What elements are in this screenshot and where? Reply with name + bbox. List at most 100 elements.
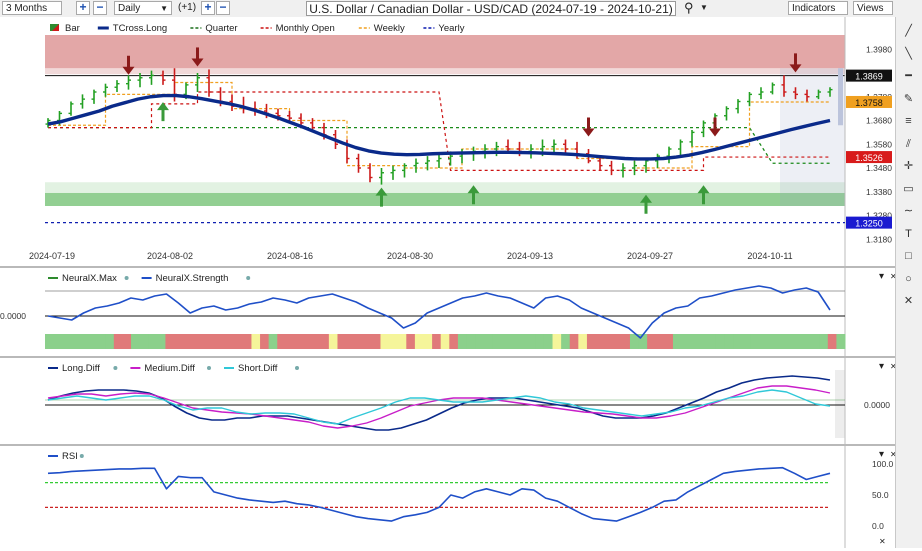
resistance-zone <box>45 35 845 69</box>
settings-dot-icon[interactable] <box>124 276 129 280</box>
legend-label: Weekly <box>374 23 405 34</box>
rsi-axis-label: 50.0 <box>872 490 889 500</box>
close-pane-icon: ✕ <box>879 537 886 546</box>
resistance-zone-light <box>45 68 845 75</box>
projection-zone <box>780 68 845 206</box>
neuralx-max-segment <box>165 334 175 349</box>
rsi-pane: RSI ▾ ✕ 100.0 50.0 0.0 ✕ <box>0 446 897 548</box>
neuralx-max-segment <box>552 334 562 349</box>
legend-label: Quarter <box>205 23 237 34</box>
settings-dot-icon[interactable] <box>246 276 251 280</box>
neuralx-max-segment <box>191 334 201 349</box>
neuralx-max-segment <box>414 334 424 349</box>
price-tick-label: 1.3980 <box>866 44 892 54</box>
neuralx-max-segment <box>62 334 72 349</box>
neuralx-max-segment <box>199 334 209 349</box>
arrow-shaft <box>161 109 165 122</box>
neuralx-max-segment <box>741 334 751 349</box>
chevron-down-icon[interactable]: ▼ <box>700 3 708 12</box>
neuralx-chart[interactable]: NeuralX.Max NeuralX.Strength ▾ ✕0.0000 <box>0 268 897 356</box>
diff-axis-label: 0.0000 <box>864 400 890 410</box>
legend-item[interactable]: Long.Diff <box>48 363 118 374</box>
neuralx-max-segment <box>500 334 511 349</box>
neuralx-max-segment <box>595 334 605 349</box>
neuralx-max-segment <box>724 334 734 349</box>
legend-label: TCross.Long <box>113 23 167 34</box>
crosshair-icon[interactable]: ✛ <box>900 158 917 174</box>
neuralx-max-segment <box>466 334 476 349</box>
search-icon[interactable]: ⚲ <box>684 0 694 16</box>
diff-chart[interactable]: Long.Diff Medium.Diff Short.Diff ▾ ✕0.0000 <box>0 358 897 444</box>
legend-label: NeuralX.Max <box>62 273 117 284</box>
diagonal-line-icon[interactable]: ╲ <box>900 46 917 62</box>
neuralx-max-segment <box>664 334 674 349</box>
fibonacci-icon[interactable]: ≡ <box>900 113 917 129</box>
price-chart[interactable]: 1.39801.37801.36801.35801.34801.33801.32… <box>0 17 895 266</box>
arrow-shaft <box>472 192 475 205</box>
neuralx-max-segment <box>715 334 726 349</box>
neuralx-max-segment <box>182 334 192 349</box>
line-tool-icon[interactable]: ╱ <box>900 23 917 39</box>
neuralx-max-segment <box>707 334 717 349</box>
settings-dot-icon[interactable] <box>113 366 118 370</box>
legend-label: Short.Diff <box>238 363 278 374</box>
legend-item[interactable]: Short.Diff <box>224 363 299 374</box>
rsi-chart[interactable]: RSI ▾ ✕100.050.00.0✕ <box>0 446 897 548</box>
note-icon[interactable]: ▭ <box>900 181 917 197</box>
neuralx-max-segment <box>526 334 536 349</box>
rectangle-icon[interactable]: □ <box>900 248 917 264</box>
legend-label: Monthly Open <box>276 23 335 34</box>
neuralx-max-segment <box>285 334 295 349</box>
pencil-icon[interactable]: ✎ <box>900 91 917 107</box>
neuralx-max-segment <box>776 334 786 349</box>
legend-label: Yearly <box>438 23 464 34</box>
neuralx-max-segment <box>371 334 381 349</box>
diff-pane: Long.Diff Medium.Diff Short.Diff ▾ ✕ 0.0000 <box>0 358 897 444</box>
neuralx-max-segment <box>457 334 468 349</box>
legend-label: RSI <box>62 451 78 462</box>
neuralx-max-segment <box>827 334 837 349</box>
indicators-label: Indicators <box>792 3 836 14</box>
legend-item[interactable]: Medium.Diff <box>130 363 211 374</box>
neuralx-max-segment <box>793 334 803 349</box>
neuralx-max-segment <box>311 334 321 349</box>
parallel-channel-icon[interactable]: ⫽ <box>900 136 917 152</box>
offset-plus-button[interactable]: + <box>201 1 215 15</box>
neuralx-max-segment <box>320 334 330 349</box>
settings-dot-icon[interactable] <box>295 366 299 370</box>
offset-minus-button[interactable]: − <box>216 1 230 15</box>
arrow-shaft <box>794 53 797 66</box>
settings-dot-icon[interactable] <box>207 366 211 370</box>
price-background <box>0 17 895 266</box>
circle-icon[interactable]: ○ <box>900 271 917 287</box>
scroll-thumb[interactable] <box>838 68 843 126</box>
zoom-out-button[interactable]: − <box>93 1 107 15</box>
neuralx-max-segment <box>569 334 579 349</box>
settings-dot-icon[interactable] <box>79 454 84 458</box>
zoom-in-button[interactable]: + <box>76 1 90 15</box>
legend-item[interactable]: NeuralX.Strength <box>141 273 251 284</box>
legend-item[interactable]: RSI <box>48 451 84 462</box>
interval-select[interactable]: Daily ▼ <box>114 1 172 15</box>
drawing-tools-sidebar: ╱ ╲ ━ ✎ ≡ ⫽ ✛ ▭ ∼ T □ ○ ✕ <box>895 17 922 548</box>
neuralx-max-segment <box>449 334 459 349</box>
delete-icon[interactable]: ✕ <box>900 293 917 309</box>
diff-scroll[interactable] <box>835 370 845 438</box>
views-button[interactable]: Views▼ <box>853 1 893 27</box>
price-tick-label: 1.3680 <box>866 116 892 126</box>
text-icon[interactable]: T <box>900 226 917 242</box>
curve-icon[interactable]: ∼ <box>900 203 917 219</box>
price-tick-label: 1.3480 <box>866 163 892 173</box>
neuralx-max-segment <box>122 334 132 349</box>
weekly-tag: 1.3758 <box>846 95 892 108</box>
legend-item[interactable]: NeuralX.Max <box>48 273 129 284</box>
neuralx-max-segment <box>586 334 597 349</box>
legend-label: Long.Diff <box>62 363 100 374</box>
period-select[interactable]: 3 Months▼ <box>2 1 62 27</box>
neuralx-max-segment <box>389 334 399 349</box>
horizontal-line-icon[interactable]: ━ <box>900 68 917 84</box>
indicators-button[interactable]: Indicators▼ <box>788 1 848 27</box>
offset-label: (+1) <box>178 2 197 13</box>
upper-band <box>45 290 845 292</box>
neuralx-max-segment <box>303 334 313 349</box>
